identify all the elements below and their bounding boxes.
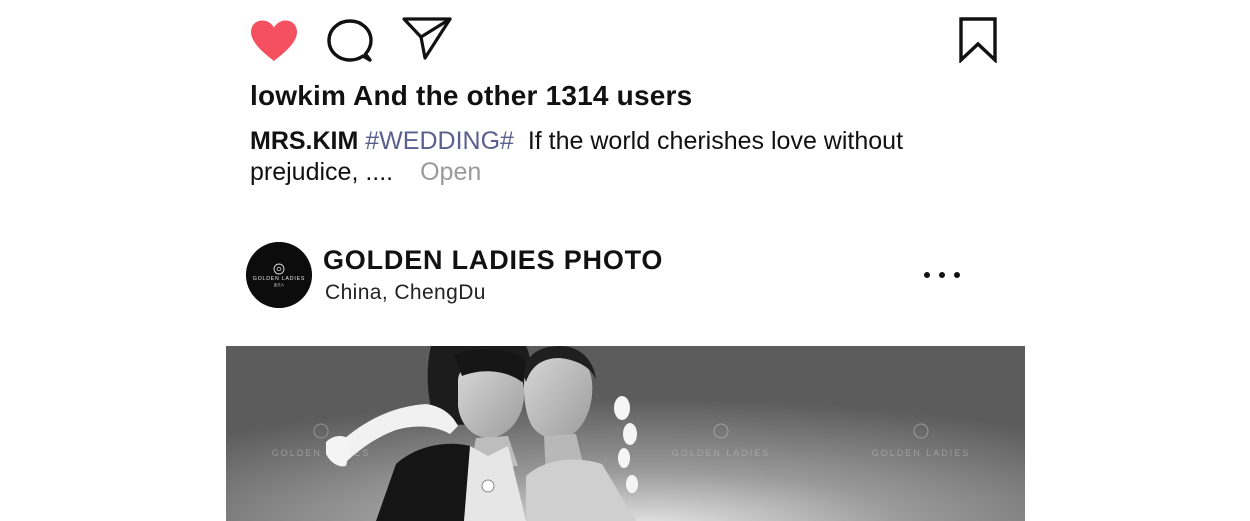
caption: MRS.KIM #WEDDING# If the world cherishes… (250, 126, 950, 188)
like-button[interactable] (249, 19, 299, 63)
caption-open-link[interactable]: Open (420, 158, 481, 186)
send-icon (402, 17, 452, 60)
post-photo[interactable]: GOLDEN LADIES GOLDEN LADIES GOLDEN LADIE… (226, 346, 1025, 521)
svg-text:GOLDEN LADIES: GOLDEN LADIES (253, 276, 305, 282)
svg-text:GOLDEN LADIES: GOLDEN LADIES (672, 448, 771, 458)
more-dot-icon (939, 272, 945, 278)
account-location[interactable]: China, ChengDu (325, 281, 486, 305)
bookmark-icon (959, 17, 997, 63)
more-options-button[interactable] (924, 262, 960, 288)
caption-hashtag[interactable]: #WEDDING# (365, 127, 514, 155)
heart-icon (251, 20, 297, 61)
share-button[interactable] (402, 17, 452, 61)
more-dot-icon (954, 272, 960, 278)
wedding-photo-image: GOLDEN LADIES GOLDEN LADIES GOLDEN LADIE… (226, 346, 1025, 521)
more-dot-icon (924, 272, 930, 278)
comment-icon (327, 19, 373, 62)
account-name[interactable]: GOLDEN LADIES PHOTO (323, 245, 663, 276)
golden-ladies-logo-icon: GOLDEN LADIES 金夫人 (246, 242, 312, 308)
likes-count[interactable]: lowkim And the other 1314 users (250, 80, 692, 112)
svg-text:金夫人: 金夫人 (274, 282, 285, 287)
caption-author[interactable]: MRS.KIM (250, 127, 358, 155)
svg-text:GOLDEN LADIES: GOLDEN LADIES (872, 448, 971, 458)
save-button[interactable] (958, 17, 998, 63)
comment-button[interactable] (327, 19, 373, 63)
avatar[interactable]: GOLDEN LADIES 金夫人 (246, 242, 312, 308)
